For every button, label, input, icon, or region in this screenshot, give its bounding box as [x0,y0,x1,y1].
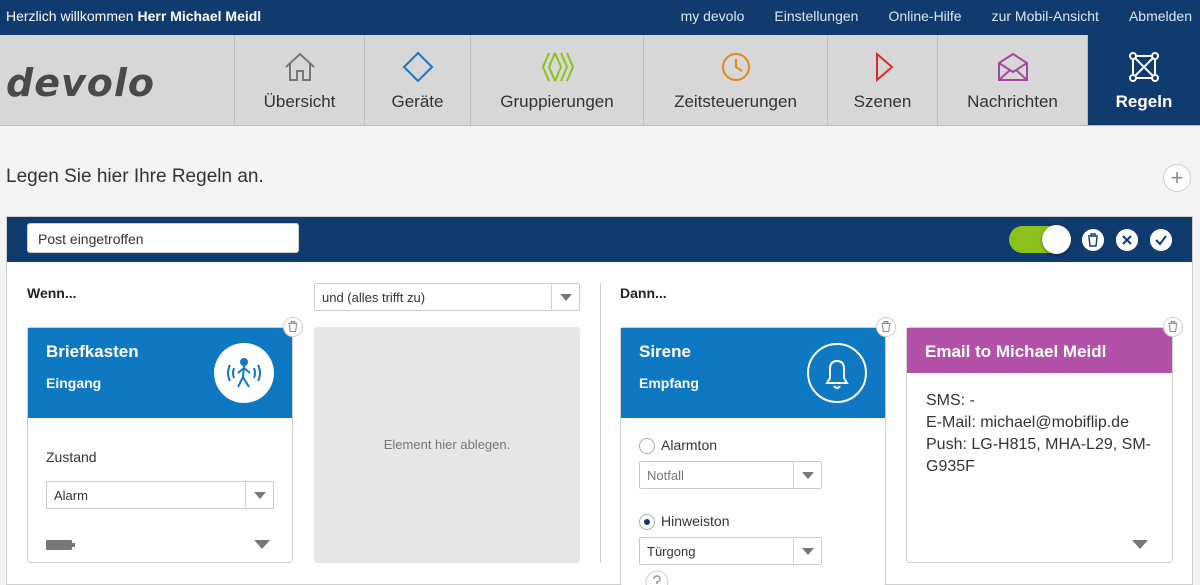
user-name: Herr Michael Meidl [137,8,262,24]
alarm-tone-label: Alarmton [661,437,718,453]
toggle-knob [1042,225,1071,254]
top-links: my devolo Einstellungen Online-Hilfe zur… [651,8,1192,24]
nav-item-messages[interactable]: Nachrichten [937,35,1087,125]
action-card-email: Email to Michael Meidl SMS: - E-Mail: mi… [906,327,1173,563]
drop-zone-text: Element hier ablegen. [383,437,511,452]
greeting-text: Herzlich willkommen [6,8,134,24]
welcome-text: Herzlich willkommen Herr Michael Meidl [6,8,261,24]
nav-item-devices[interactable]: Geräte [364,35,470,125]
email-card-header: Email to Michael Meidl [907,328,1172,373]
link-mobile-view[interactable]: zur Mobil-Ansicht [992,8,1099,24]
main-nav: devolo Übersicht Geräte Gruppierungen Ze… [0,35,1200,126]
clock-icon [721,53,750,81]
link-online-help[interactable]: Online-Hilfe [888,8,961,24]
delete-email-icon[interactable] [1163,317,1183,337]
nav-label: Zeitsteuerungen [674,92,797,111]
rule-name-input[interactable]: Post eingetroffen [27,223,299,253]
hint-tone-label: Hinweiston [661,513,730,529]
envelope-icon [997,52,1028,81]
motion-sensor-icon [214,343,274,403]
bell-icon [807,343,867,403]
delete-trigger-icon[interactable] [283,317,303,337]
chevron-down-icon [551,284,579,310]
nav-label: Regeln [1115,92,1173,111]
delete-siren-icon[interactable] [876,317,896,337]
nav-item-scenes[interactable]: Szenen [827,35,937,125]
link-logout[interactable]: Abmelden [1129,8,1192,24]
nav-label: Nachrichten [967,92,1058,111]
chevron-down-icon [793,462,821,488]
nav-item-schedules[interactable]: Zeitsteuerungen [643,35,827,125]
email-title: Email to Michael Meidl [925,342,1107,361]
state-select[interactable]: Alarm [46,481,274,509]
alarm-tone-radio[interactable] [639,438,655,454]
column-divider [600,283,601,563]
close-icon[interactable] [1116,229,1138,251]
device-diamond-icon [402,51,433,83]
trigger-card-briefkasten: Briefkasten Eingang Zustand Alarm [27,327,293,563]
rules-network-icon [1129,52,1159,82]
groups-icon [541,52,575,82]
siren-subtitle: Empfang [639,375,699,391]
nav-label: Übersicht [263,92,336,111]
alarm-tone-value: Notfall [647,468,684,483]
hint-tone-value: Türgong [647,544,696,559]
nav-item-overview[interactable]: Übersicht [234,35,364,125]
trigger-title: Briefkasten [46,342,139,361]
trigger-card-header: Briefkasten Eingang [28,328,292,418]
condition-select-value: und (alles trifft zu) [322,290,426,305]
then-label: Dann... [620,285,667,301]
hint-tone-select[interactable]: Türgong [639,537,822,565]
nav-item-groups[interactable]: Gruppierungen [470,35,643,125]
battery-icon [46,540,75,550]
play-icon [875,51,894,83]
nav-label: Szenen [853,92,912,111]
rule-header: Post eingetroffen [7,217,1192,262]
devolo-logo: devolo [6,61,155,105]
email-details: SMS: - E-Mail: michael@mobiflip.de Push:… [926,390,1166,478]
when-label: Wenn... [27,285,77,301]
delete-rule-icon[interactable] [1082,229,1104,251]
alarm-tone-select[interactable]: Notfall [639,461,822,489]
expand-caret-icon[interactable] [254,540,270,549]
chevron-down-icon [245,482,273,508]
siren-title: Sirene [639,342,691,361]
siren-card-header: Sirene Empfang [621,328,885,418]
plus-icon: + [1170,165,1184,190]
email-sms: SMS: - [926,392,975,409]
link-settings[interactable]: Einstellungen [774,8,858,24]
check-icon[interactable] [1150,229,1172,251]
trigger-subtitle: Eingang [46,375,102,391]
email-push: Push: LG-H815, MHA-L29, SM-G935F [926,436,1151,475]
nav-label: Gruppierungen [500,92,614,111]
condition-select[interactable]: und (alles trifft zu) [314,283,580,311]
nav-item-rules[interactable]: Regeln [1087,35,1200,125]
state-label: Zustand [46,449,97,465]
rule-enabled-toggle[interactable] [1009,225,1071,254]
drop-zone[interactable]: Element hier ablegen. [314,327,580,563]
home-icon [284,52,315,81]
email-address: E-Mail: michael@mobiflip.de [926,414,1129,431]
add-rule-button[interactable]: + [1163,164,1191,192]
link-my-devolo[interactable]: my devolo [681,8,745,24]
page-intro: Legen Sie hier Ihre Regeln an. [6,166,264,187]
hint-tone-radio[interactable] [639,514,655,530]
top-bar: Herzlich willkommen Herr Michael Meidl m… [0,0,1200,35]
state-select-value: Alarm [54,488,88,503]
rule-panel: Post eingetroffen Wenn... und (alles tri… [6,216,1193,585]
nav-label: Geräte [391,92,444,111]
expand-caret-icon[interactable] [1132,540,1148,549]
action-card-sirene: Sirene Empfang Alarmton Notfall Hinweist… [620,327,886,585]
chevron-down-icon [793,538,821,564]
help-icon[interactable] [645,570,669,585]
